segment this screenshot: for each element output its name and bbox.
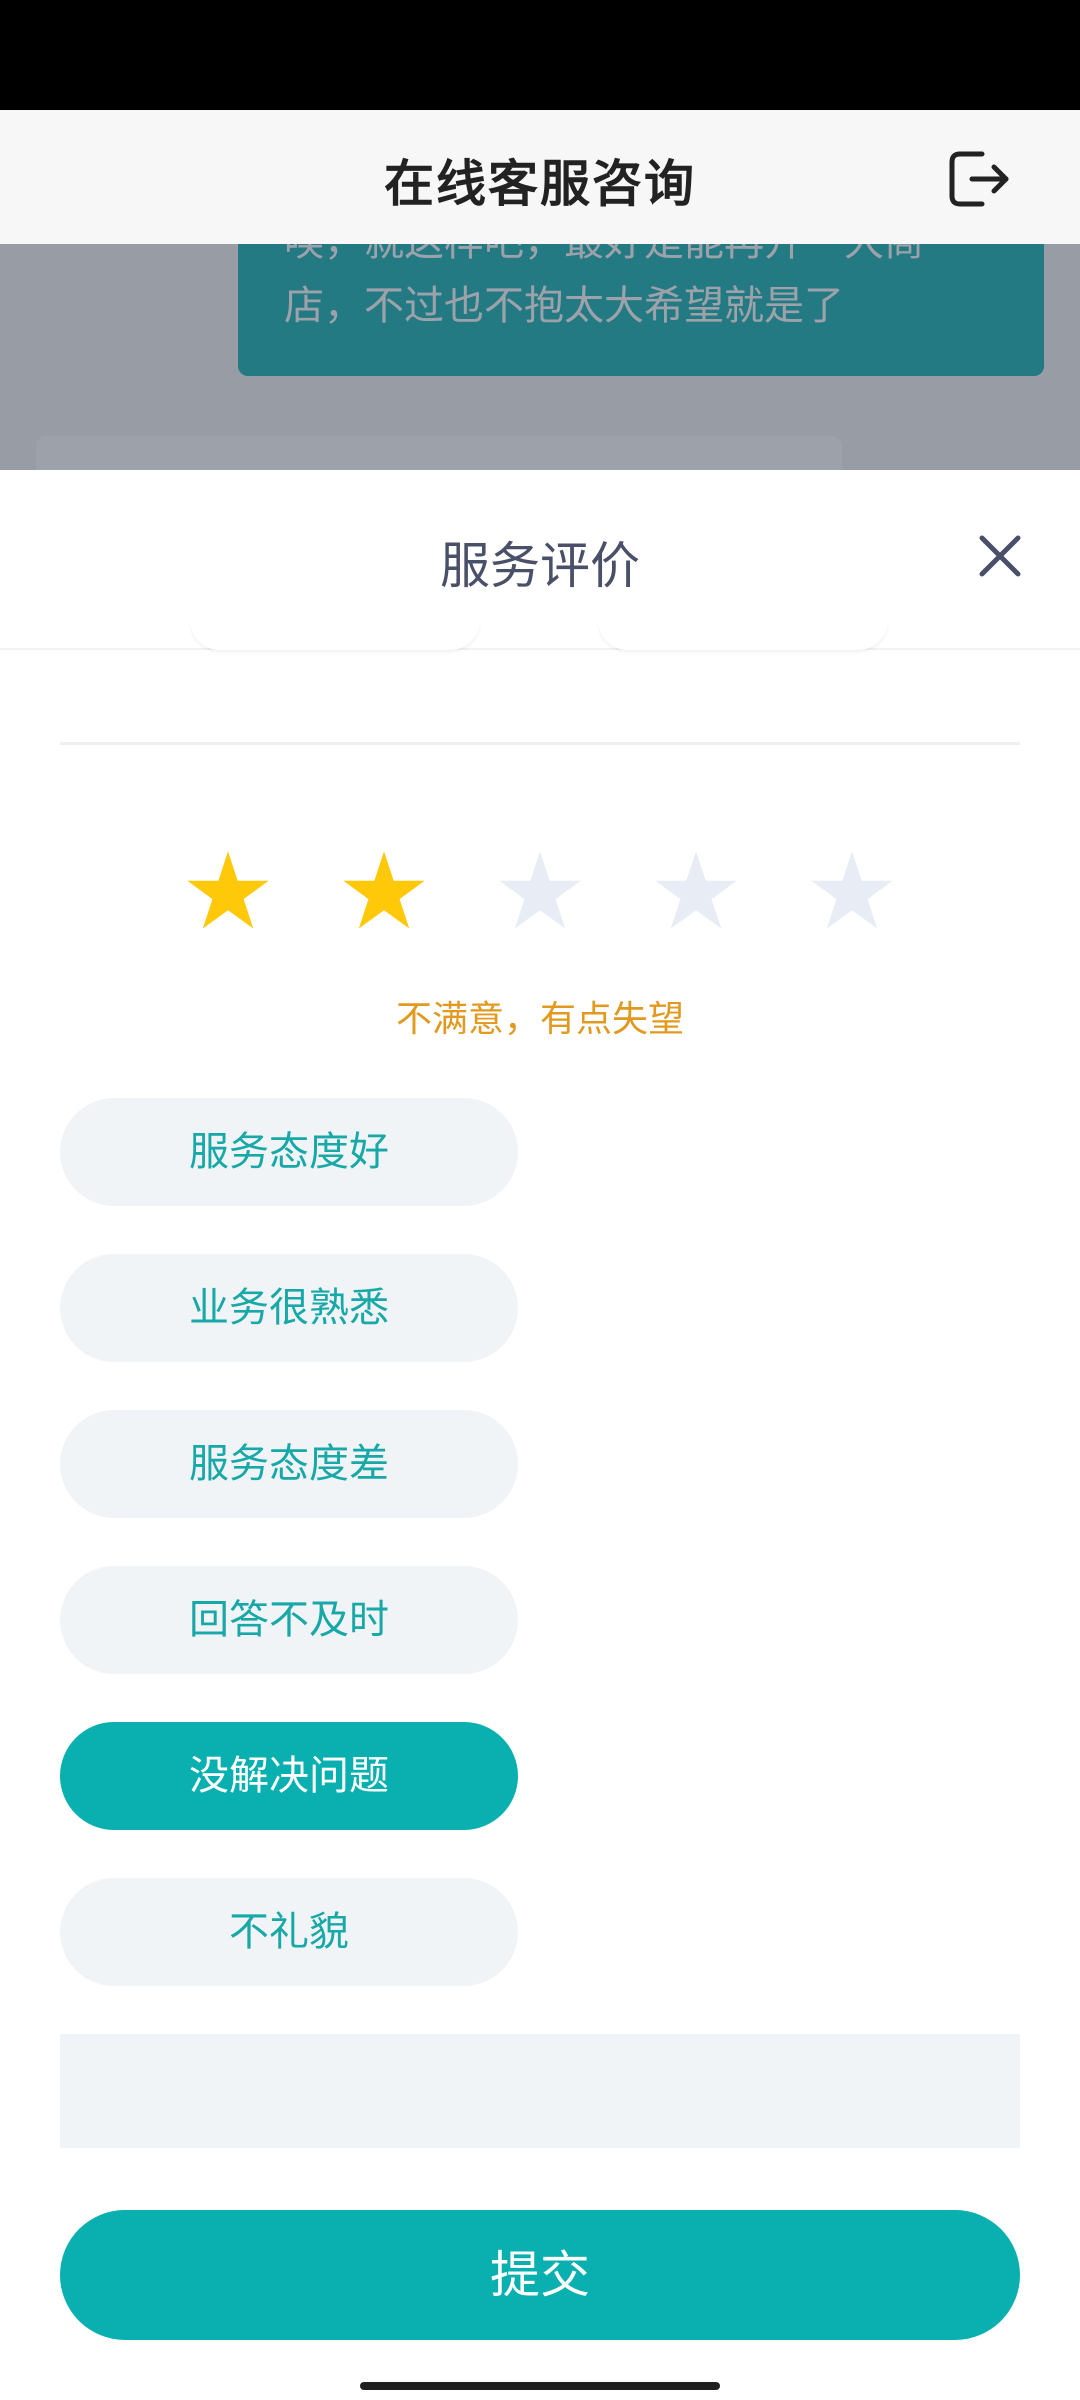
star-rating: ★ ★ ★ ★ ★ <box>0 839 1080 945</box>
submit-button[interactable]: 提交 <box>60 2210 1020 2340</box>
star-icon-4[interactable]: ★ <box>646 839 746 945</box>
close-icon[interactable] <box>970 526 1030 586</box>
tag-bad-attitude[interactable]: 服务态度差 <box>60 1410 518 1518</box>
page-title: 在线客服咨询 <box>384 155 696 213</box>
rating-description: 不满意，有点失望 <box>395 999 684 1040</box>
app-header: 在线客服咨询 <box>0 110 1080 244</box>
hidden-option-chip <box>190 620 480 650</box>
tag-familiar-business[interactable]: 业务很熟悉 <box>60 1254 518 1362</box>
tag-good-attitude[interactable]: 服务态度好 <box>60 1098 518 1206</box>
tag-slow-response[interactable]: 回答不及时 <box>60 1566 518 1674</box>
sheet-header: 服务评价 <box>0 470 1080 650</box>
sheet-title: 服务评价 <box>440 537 640 595</box>
star-icon-2[interactable]: ★ <box>334 839 434 945</box>
tag-problem-unsolved[interactable]: 没解决问题 <box>60 1722 518 1830</box>
comment-input[interactable] <box>60 2034 1020 2148</box>
star-icon-5[interactable]: ★ <box>802 839 902 945</box>
home-indicator[interactable] <box>360 2382 720 2390</box>
divider <box>60 742 1020 745</box>
star-icon-1[interactable]: ★ <box>178 839 278 945</box>
status-bar <box>0 0 1080 110</box>
modal-overlay[interactable] <box>0 244 1080 470</box>
star-icon-3[interactable]: ★ <box>490 839 590 945</box>
logout-icon[interactable] <box>944 144 1014 214</box>
tag-impolite[interactable]: 不礼貌 <box>60 1878 518 1986</box>
hidden-option-chip <box>598 620 888 650</box>
service-rating-sheet: 服务评价 ★ ★ ★ ★ ★ 不满意，有点失望 服务态度好 业务很熟悉 服务态度差 回答… <box>0 470 1080 2400</box>
